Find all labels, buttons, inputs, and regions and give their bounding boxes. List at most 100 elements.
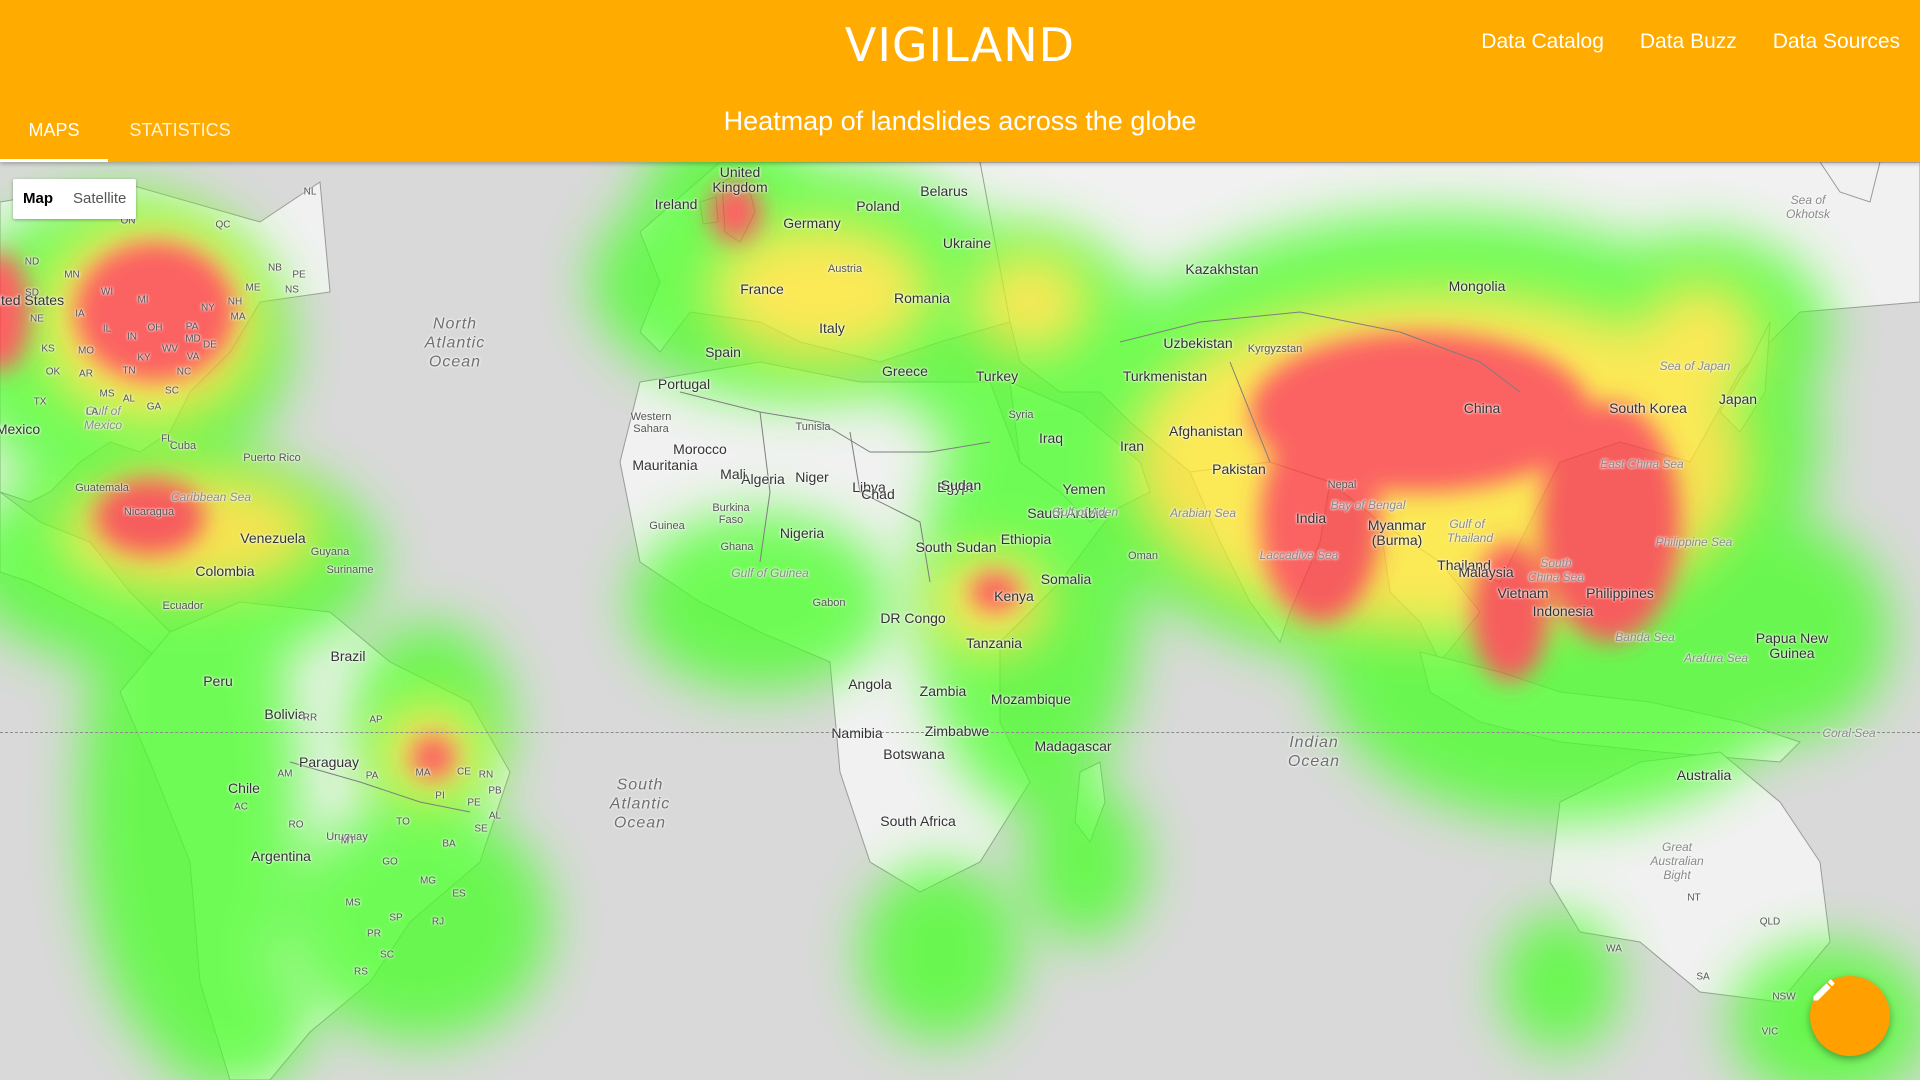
state-abbr-label: PA xyxy=(185,321,199,333)
state-abbr-label: OH xyxy=(147,322,163,334)
state-abbr-label: MA xyxy=(415,767,431,779)
nav-data-sources[interactable]: Data Sources xyxy=(1773,30,1900,54)
pencil-icon xyxy=(1813,979,1835,1001)
state-abbr-label: WA xyxy=(1606,943,1622,955)
label-mongolia: Mongolia xyxy=(1448,278,1506,294)
heat-green-west-africa xyxy=(630,512,890,692)
state-abbr-label: MG xyxy=(419,875,437,887)
state-abbr-label: AL xyxy=(122,393,136,405)
nav-data-catalog[interactable]: Data Catalog xyxy=(1481,30,1604,54)
state-abbr-label: RJ xyxy=(431,916,445,928)
label-belarus: Belarus xyxy=(920,183,968,199)
label-zimbabwe: Zimbabwe xyxy=(924,723,990,739)
label-argentina: Argentina xyxy=(251,848,311,864)
state-abbr-label: AM xyxy=(277,768,293,780)
heat-green-south-africa xyxy=(860,862,1020,1042)
state-abbr-label: FL xyxy=(161,433,173,445)
state-abbr-label: DE xyxy=(203,339,217,351)
state-abbr-label: ES xyxy=(452,888,466,900)
heat-yellow-japan xyxy=(1640,282,1760,402)
state-abbr-label: PR xyxy=(367,928,381,940)
label-united-kingdom: United Kingdom xyxy=(712,164,768,195)
state-abbr-label: PA xyxy=(365,770,379,782)
label-greece: Greece xyxy=(882,363,928,379)
label-portugal: Portugal xyxy=(657,376,711,392)
state-abbr-label: MI xyxy=(137,294,149,306)
label-myanmar: Myanmar (Burma) xyxy=(1367,517,1427,548)
label-western-sahara: Western Sahara xyxy=(630,411,672,435)
label-yemen: Yemen xyxy=(1062,481,1106,497)
world-map[interactable]: Map Satellite United Kingdom Ireland Pol… xyxy=(0,162,1920,1080)
label-spain: Spain xyxy=(705,344,741,360)
label-turkey: Turkey xyxy=(975,368,1019,384)
map-canvas xyxy=(0,162,1920,1080)
label-kenya: Kenya xyxy=(994,588,1034,604)
state-abbr-label: PE xyxy=(292,269,306,281)
label-sea-of-okhotsk: Sea of Okhotsk xyxy=(1785,193,1830,221)
state-abbr-label: TO xyxy=(396,816,410,828)
label-ukraine: Ukraine xyxy=(942,235,992,251)
state-abbr-label: KY xyxy=(137,352,151,364)
label-laccadive-sea: Laccadive Sea xyxy=(1259,548,1339,562)
state-abbr-label: GO xyxy=(382,856,398,868)
label-guyana: Guyana xyxy=(310,546,350,558)
state-abbr-label: RR xyxy=(302,712,318,724)
label-south-sudan: South Sudan xyxy=(915,539,997,555)
state-abbr-label: NB xyxy=(268,262,282,274)
label-papua-new-guinea: Papua New Guinea xyxy=(1755,630,1829,661)
state-abbr-label: RO xyxy=(288,819,304,831)
label-sea-of-japan: Sea of Japan xyxy=(1659,359,1731,373)
label-south-atlantic-ocean: South Atlantic Ocean xyxy=(609,776,671,832)
state-abbr-label: OK xyxy=(45,366,61,378)
label-cuba: Cuba xyxy=(169,440,197,452)
edit-fab-button[interactable] xyxy=(1810,976,1890,1056)
label-coral-sea: Coral Sea xyxy=(1822,726,1876,740)
state-abbr-label: AP xyxy=(369,714,383,726)
label-chile: Chile xyxy=(228,780,260,796)
nav-data-buzz[interactable]: Data Buzz xyxy=(1640,30,1737,54)
map-type-map-button[interactable]: Map xyxy=(13,179,63,219)
label-romania: Romania xyxy=(893,290,951,306)
label-morocco: Morocco xyxy=(673,441,727,457)
state-abbr-label: MA xyxy=(230,311,246,323)
label-banda-sea: Banda Sea xyxy=(1615,630,1675,644)
state-abbr-label: ME xyxy=(245,282,261,294)
label-turkmenistan: Turkmenistan xyxy=(1122,368,1208,384)
label-angola: Angola xyxy=(848,676,892,692)
label-gabon: Gabon xyxy=(812,597,846,609)
label-poland: Poland xyxy=(856,198,900,214)
label-arafura-sea: Arafura Sea xyxy=(1683,651,1749,665)
label-niger: Niger xyxy=(795,469,829,485)
label-vietnam: Vietnam xyxy=(1497,585,1549,601)
label-mexico: Mexico xyxy=(0,421,41,437)
state-abbr-label: LA xyxy=(85,406,99,418)
label-iran: Iran xyxy=(1119,438,1145,454)
label-austria: Austria xyxy=(827,263,863,275)
state-abbr-label: RN xyxy=(478,769,494,781)
label-puerto-rico: Puerto Rico xyxy=(243,452,301,464)
heat-green-australia-n xyxy=(1500,912,1620,1052)
state-abbr-label: PI xyxy=(435,790,445,802)
label-germany: Germany xyxy=(783,215,841,231)
label-ecuador: Ecuador xyxy=(162,600,204,612)
label-tunisia: Tunisia xyxy=(795,421,831,433)
label-mali: Mali xyxy=(720,466,746,482)
state-abbr-label: MO xyxy=(77,345,95,357)
label-south-africa: South Africa xyxy=(880,813,956,829)
state-abbr-label: TX xyxy=(33,396,47,408)
label-indian-ocean: Indian Ocean xyxy=(1287,734,1341,770)
label-kazakhstan: Kazakhstan xyxy=(1185,261,1259,277)
state-abbr-label: AR xyxy=(79,368,93,380)
label-india: India xyxy=(1295,510,1327,526)
label-arabian-sea: Arabian Sea xyxy=(1169,506,1237,520)
label-kyrgyzstan: Kyrgyzstan xyxy=(1247,343,1303,355)
label-gulf-of-aden: Gulf of Aden xyxy=(1051,505,1119,519)
label-ethiopia: Ethiopia xyxy=(1000,531,1052,547)
label-dr-congo: DR Congo xyxy=(880,610,946,626)
label-italy: Italy xyxy=(819,320,845,336)
state-abbr-label: NY xyxy=(201,302,215,314)
state-abbr-label: MT xyxy=(340,835,356,847)
map-type-satellite-button[interactable]: Satellite xyxy=(63,179,136,219)
state-abbr-label: BA xyxy=(442,838,456,850)
label-china: China xyxy=(1463,400,1501,416)
